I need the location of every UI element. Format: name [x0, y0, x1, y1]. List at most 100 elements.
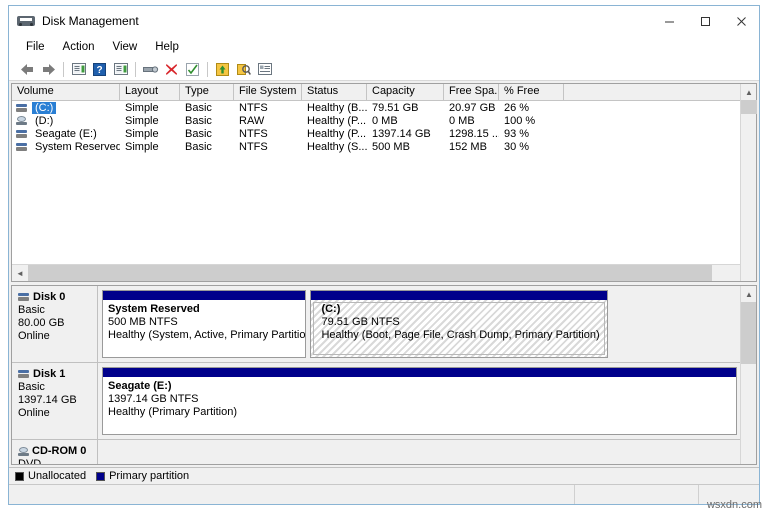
table-row[interactable]: (C:) Simple Basic NTFS Healthy (B... 79.… — [12, 101, 756, 114]
partition-system-reserved[interactable]: System Reserved 500 MB NTFS Healthy (Sys… — [102, 290, 307, 358]
partition-size-fs: 79.51 GB NTFS — [321, 316, 400, 328]
table-row[interactable]: (D:) Simple Basic RAW Healthy (P... 0 MB… — [12, 114, 756, 127]
scroll-left-icon[interactable]: ◄ — [12, 265, 28, 281]
volume-list-header: Volume Layout Type File System Status Ca… — [12, 84, 756, 101]
cell-layout: Simple — [125, 101, 159, 114]
disk-partitions-disk-0: System Reserved 500 MB NTFS Healthy (Sys… — [98, 286, 740, 362]
volume-list-horizontal-scrollbar[interactable]: ◄ ► — [12, 264, 756, 281]
disk-title: Disk 1 — [18, 368, 97, 380]
extend-volume-icon[interactable] — [212, 59, 233, 79]
disk-name: Disk 1 — [33, 368, 66, 380]
volume-label: System Reserved — [35, 140, 120, 153]
hard-drive-icon — [16, 142, 27, 151]
legend-label: Primary partition — [109, 470, 190, 482]
disk-state: Online — [18, 330, 50, 342]
disk-row-disk-0[interactable]: Disk 0 Basic 80.00 GB Online System Rese… — [12, 286, 740, 363]
properties-icon[interactable] — [140, 59, 161, 79]
column-header-filler — [564, 84, 756, 100]
cell-percent-free: 100 % — [504, 114, 536, 127]
cell-volume[interactable]: System Reserved — [12, 141, 120, 153]
disk-info-cdrom-0[interactable]: CD-ROM 0 DVD — [12, 440, 98, 464]
menu-item-view[interactable]: View — [104, 39, 147, 55]
disk-name: CD-ROM 0 — [32, 445, 87, 457]
disk-row-disk-1[interactable]: Disk 1 Basic 1397.14 GB Online Seagate (… — [12, 363, 740, 440]
cd-drive-icon — [18, 446, 29, 456]
rescan-disks-icon[interactable] — [233, 59, 254, 79]
graphical-view-vertical-scrollbar[interactable]: ▲ — [740, 286, 756, 464]
partition-capacity-bar — [103, 291, 306, 300]
volume-list-vertical-scrollbar[interactable]: ▲ — [740, 84, 757, 281]
menu-item-action[interactable]: Action — [54, 39, 104, 55]
disk-size: 1397.14 GB — [18, 394, 77, 406]
minimize-icon[interactable] — [651, 6, 687, 36]
cell-volume[interactable]: Seagate (E:) — [12, 128, 120, 140]
hard-drive-icon — [18, 370, 29, 378]
partition-c[interactable]: (C:) 79.51 GB NTFS Healthy (Boot, Page F… — [310, 290, 608, 358]
partition-title: Seagate (E:) — [108, 380, 172, 392]
forward-icon[interactable] — [38, 59, 59, 79]
scroll-thumb[interactable] — [741, 100, 757, 114]
cell-status: Healthy (P... — [307, 127, 367, 140]
status-bar — [9, 484, 759, 504]
help-icon[interactable]: ? — [89, 59, 110, 79]
disk-info-disk-1[interactable]: Disk 1 Basic 1397.14 GB Online — [12, 363, 98, 439]
cell-capacity: 0 MB — [372, 114, 398, 127]
show-hide-console-tree-icon[interactable] — [68, 59, 89, 79]
maximize-icon[interactable] — [687, 6, 723, 36]
disk-management-window: Disk Management File Action View Help ? … — [8, 5, 760, 505]
legend-item-unallocated: Unallocated — [15, 470, 86, 482]
show-hide-action-pane-icon[interactable] — [110, 59, 131, 79]
toolbar: ? — [9, 58, 759, 81]
cell-free-space: 152 MB — [449, 140, 487, 153]
partition-size-fs: 500 MB NTFS — [108, 316, 178, 328]
table-row[interactable]: System Reserved Simple Basic NTFS Health… — [12, 140, 756, 153]
disk-partitions-cdrom-0 — [98, 440, 740, 464]
cd-drive-icon — [16, 116, 27, 125]
table-row[interactable]: Seagate (E:) Simple Basic NTFS Healthy (… — [12, 127, 756, 140]
partition-status: Healthy (Boot, Page File, Crash Dump, Pr… — [321, 329, 600, 341]
title-bar: Disk Management — [9, 6, 759, 36]
scroll-track[interactable] — [28, 265, 740, 281]
scroll-up-icon[interactable]: ▲ — [741, 286, 756, 302]
graphical-view-scroll-area: Disk 0 Basic 80.00 GB Online System Rese… — [12, 286, 740, 464]
menu-bar: File Action View Help — [9, 36, 759, 58]
column-header-file-system[interactable]: File System — [234, 84, 302, 100]
close-icon[interactable] — [723, 6, 759, 36]
legend-item-primary-partition: Primary partition — [96, 470, 189, 482]
column-header-type[interactable]: Type — [180, 84, 234, 100]
menu-item-file[interactable]: File — [17, 39, 54, 55]
column-header-layout[interactable]: Layout — [120, 84, 180, 100]
scroll-up-icon[interactable]: ▲ — [741, 84, 757, 100]
column-header-free-space[interactable]: Free Spa... — [444, 84, 499, 100]
detail-view-icon[interactable] — [254, 59, 275, 79]
primary-partition-swatch — [96, 471, 106, 481]
cell-status: Healthy (P... — [307, 114, 367, 127]
cell-percent-free: 26 % — [504, 101, 530, 114]
window-controls — [651, 6, 759, 36]
check-disk-icon[interactable] — [182, 59, 203, 79]
disk-management-icon — [17, 14, 35, 28]
column-header-volume[interactable]: Volume — [12, 84, 120, 100]
partition-seagate-e[interactable]: Seagate (E:) 1397.14 GB NTFS Healthy (Pr… — [102, 367, 737, 435]
scroll-thumb[interactable] — [28, 265, 712, 281]
cell-volume[interactable]: (C:) — [12, 101, 120, 114]
disk-row-cdrom-0[interactable]: CD-ROM 0 DVD — [12, 440, 740, 464]
column-header-percent-free[interactable]: % Free — [499, 84, 564, 100]
column-header-status[interactable]: Status — [302, 84, 367, 100]
delete-icon[interactable] — [161, 59, 182, 79]
back-icon[interactable] — [17, 59, 38, 79]
disk-type: Basic — [18, 381, 45, 393]
cell-volume[interactable]: (D:) — [12, 115, 120, 127]
cell-layout: Simple — [125, 114, 159, 127]
cell-free-space: 0 MB — [449, 114, 475, 127]
disk-title: Disk 0 — [18, 291, 97, 303]
cell-percent-free: 30 % — [504, 140, 530, 153]
partition-capacity-bar — [103, 368, 736, 377]
partition-size-fs: 1397.14 GB NTFS — [108, 393, 199, 405]
partition-title: (C:) — [321, 303, 341, 315]
disk-info-disk-0[interactable]: Disk 0 Basic 80.00 GB Online — [12, 286, 98, 362]
column-header-capacity[interactable]: Capacity — [367, 84, 444, 100]
disk-type: Basic — [18, 304, 45, 316]
menu-item-help[interactable]: Help — [146, 39, 188, 55]
scroll-thumb[interactable] — [741, 302, 756, 364]
